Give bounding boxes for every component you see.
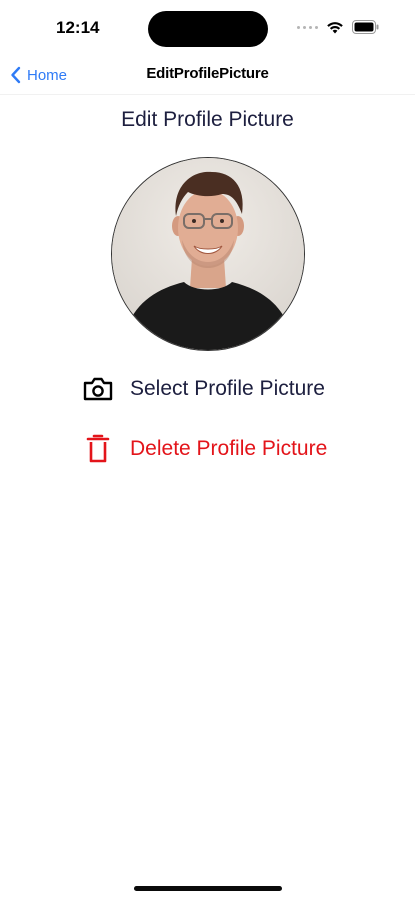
battery-icon	[352, 20, 379, 34]
profile-photo	[112, 158, 304, 350]
navigation-bar: Home EditProfilePicture	[0, 56, 415, 95]
select-profile-picture-button[interactable]: Select Profile Picture	[82, 376, 325, 402]
status-bar: 12:14	[0, 0, 415, 56]
avatar[interactable]	[111, 157, 305, 351]
status-icons	[297, 18, 379, 36]
nav-title: EditProfilePicture	[146, 65, 269, 82]
signal-dots-icon	[297, 25, 318, 29]
trash-icon	[86, 434, 110, 463]
home-indicator[interactable]	[134, 886, 282, 891]
wifi-icon	[327, 22, 343, 34]
delete-profile-picture-button[interactable]: Delete Profile Picture	[82, 434, 327, 464]
page-title: Edit Profile Picture	[121, 108, 294, 131]
camera-icon	[83, 377, 113, 401]
select-profile-picture-label: Select Profile Picture	[130, 377, 325, 400]
status-time: 12:14	[56, 18, 100, 37]
delete-profile-picture-label: Delete Profile Picture	[130, 437, 328, 460]
dynamic-island	[148, 11, 268, 47]
